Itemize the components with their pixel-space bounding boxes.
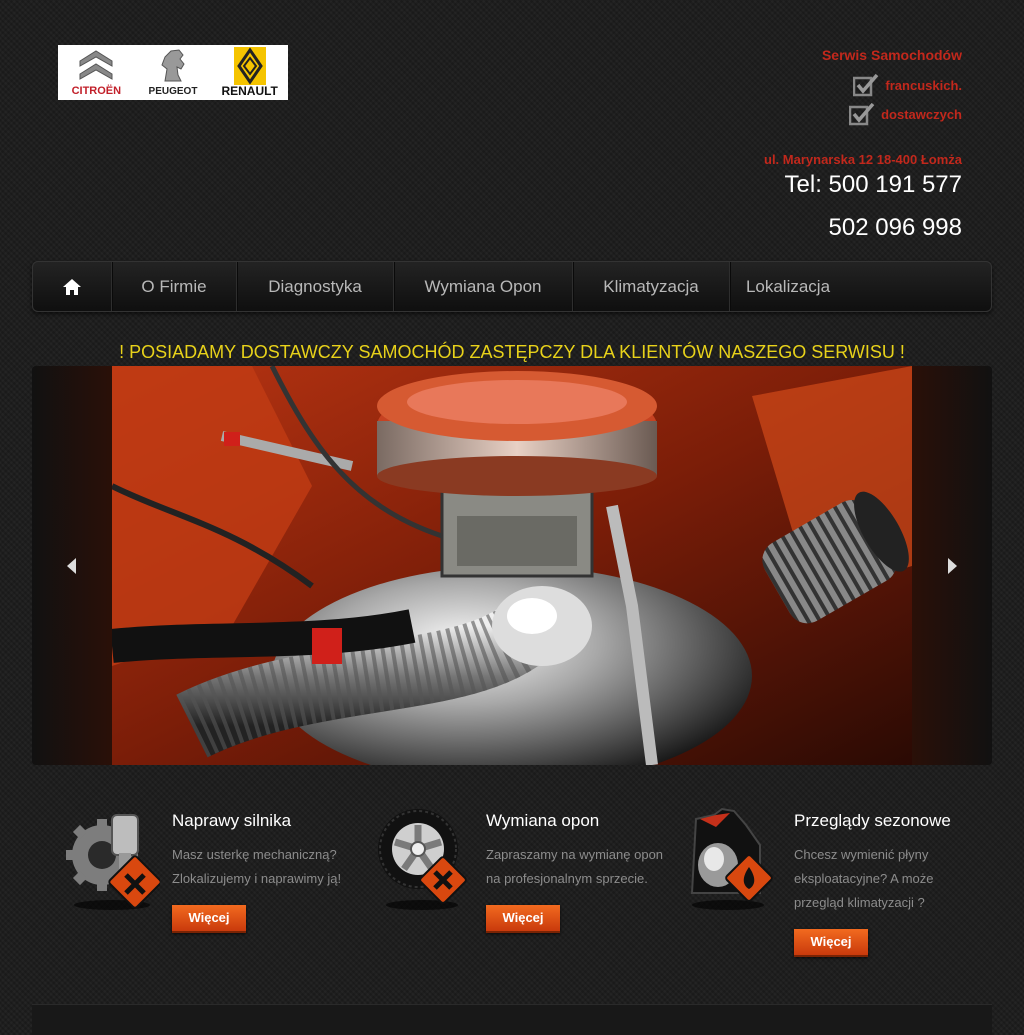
checkbox-icon (849, 102, 875, 126)
arrow-right-icon[interactable] (942, 556, 962, 576)
nav-item-wymiana-opon[interactable]: Wymiana Opon (394, 262, 573, 311)
feature-description: Masz usterkę mechaniczną? Zlokalizujemy … (172, 847, 342, 886)
nav-item-lokalizacja[interactable]: Lokalizacja (730, 262, 846, 311)
feature-check-vans: dostawczych (849, 102, 962, 126)
feature-check-french: francuskich. (853, 73, 962, 97)
home-icon (63, 278, 81, 295)
checkbox-icon (853, 73, 879, 97)
feature-check-label: francuskich. (885, 77, 962, 93)
more-button[interactable]: Więcej (794, 929, 868, 957)
more-button[interactable]: Więcej (486, 905, 560, 933)
citroen-logo: CITROËN (58, 45, 135, 100)
nav-item-o-firmie[interactable]: O Firmie (112, 262, 237, 311)
oil-can-icon (690, 807, 773, 910)
renault-logo: RENAULT (211, 45, 288, 100)
engine-photo (112, 366, 912, 765)
feature-title: Przeglądy sezonowe (794, 811, 951, 830)
more-button[interactable]: Więcej (172, 905, 246, 933)
phone-primary[interactable]: Tel: 500 191 577 (785, 171, 962, 199)
announcement-banner: ! POSIADAMY DOSTAWCZY SAMOCHÓD ZASTĘPCZY… (119, 342, 905, 362)
feature-description: Zapraszamy na wymianę opon na profesjona… (486, 847, 664, 886)
feature-title: Naprawy silnika (172, 811, 292, 830)
feature-check-label: dostawczych (881, 106, 962, 122)
arrow-left-icon[interactable] (62, 556, 82, 576)
footer-bar (32, 1004, 992, 1035)
main-nav: O Firmie Diagnostyka Wymiana Opon Klimat… (32, 261, 992, 312)
nav-item-klimatyzacja[interactable]: Klimatyzacja (573, 262, 730, 311)
wheel-icon (378, 809, 467, 910)
brand-logos[interactable]: CITROËN PEUGEOT RENAULT (58, 45, 288, 100)
address: ul. Marynarska 12 18-400 Łomża (764, 152, 962, 167)
nav-home[interactable] (33, 262, 112, 311)
feature-title: Wymiana opon (486, 811, 600, 830)
feature-description: Chcesz wymienić płyny eksploatacyjne? A … (794, 847, 934, 910)
image-slider (32, 366, 992, 765)
service-title: Serwis Samochodów (821, 47, 962, 63)
peugeot-logo: PEUGEOT (135, 45, 212, 100)
nav-item-diagnostyka[interactable]: Diagnostyka (237, 262, 394, 311)
phone-secondary[interactable]: 502 096 998 (829, 214, 962, 242)
engine-gear-icon (66, 814, 160, 910)
